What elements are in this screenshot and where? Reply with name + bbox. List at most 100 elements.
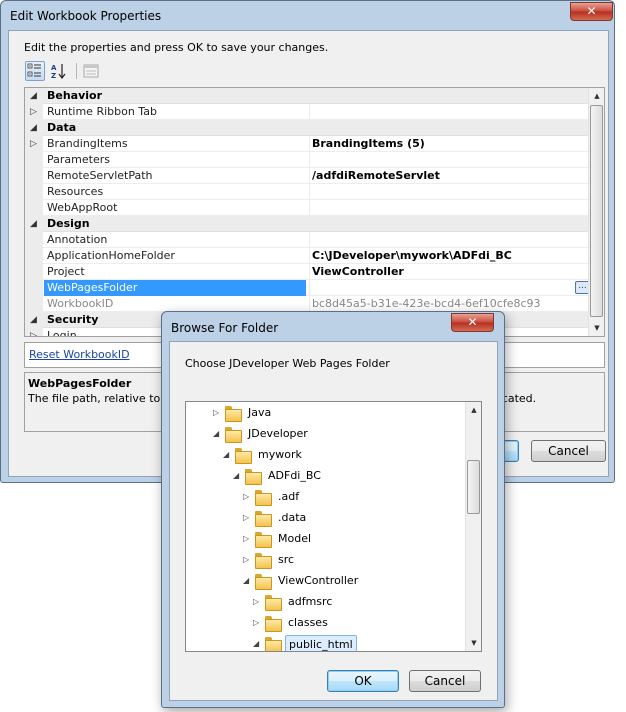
column-divider[interactable]: [309, 136, 310, 152]
column-divider[interactable]: [309, 168, 310, 184]
folder-tree[interactable]: ▷ Java ◢ JDeveloper ◢ mywork ◢ ADFdi_BC ▷ .adf ▷ .d…: [185, 401, 482, 652]
dialog-close-button[interactable]: ✕: [451, 313, 494, 332]
collapse-arrow-icon[interactable]: ◢: [30, 216, 37, 232]
expand-arrow-icon[interactable]: ▷: [30, 136, 37, 152]
property-name: Login: [47, 329, 77, 337]
tree-scroll-down-icon[interactable]: ▼: [466, 635, 481, 651]
tree-scrollbar-thumb[interactable]: [467, 460, 480, 514]
property-row[interactable]: WebAppRoot: [25, 200, 590, 216]
collapse-arrow-icon[interactable]: ◢: [223, 445, 233, 465]
dialog-cancel-button[interactable]: Cancel: [409, 670, 481, 692]
row-gutter: [25, 264, 43, 280]
property-value[interactable]: ViewController: [312, 264, 404, 280]
folder-icon: [255, 553, 272, 569]
expand-arrow-icon[interactable]: ▷: [243, 529, 253, 549]
column-divider[interactable]: [309, 264, 310, 280]
property-category-row[interactable]: ◢ Design: [25, 216, 590, 232]
property-pages-icon: [83, 64, 99, 78]
folder-icon: [265, 637, 282, 651]
property-row[interactable]: Resources: [25, 184, 590, 200]
column-divider[interactable]: [309, 152, 310, 168]
property-row[interactable]: ApplicationHomeFolder C:\JDeveloper\mywor…: [25, 248, 590, 264]
cancel-button[interactable]: Cancel: [531, 440, 606, 462]
column-divider[interactable]: [309, 184, 310, 200]
folder-icon: [255, 532, 272, 548]
collapse-arrow-icon[interactable]: ◢: [30, 88, 37, 104]
column-divider[interactable]: [309, 200, 310, 216]
collapse-arrow-icon[interactable]: ◢: [30, 120, 37, 136]
property-name: Project: [47, 265, 85, 278]
tree-scroll-up-icon[interactable]: ▲: [466, 402, 481, 418]
tree-node-label[interactable]: classes: [285, 613, 331, 633]
folder-icon: [235, 448, 252, 464]
collapse-arrow-icon[interactable]: ◢: [30, 312, 37, 328]
categorized-view-button[interactable]: [25, 61, 45, 81]
expand-arrow-icon[interactable]: ▷: [253, 613, 263, 633]
expand-arrow-icon[interactable]: ▷: [30, 104, 37, 120]
property-value[interactable]: C:\JDeveloper\mywork\ADFdi_BC: [312, 248, 512, 264]
scroll-up-icon[interactable]: ▲: [589, 88, 604, 104]
column-divider[interactable]: [309, 296, 310, 312]
collapse-arrow-icon[interactable]: ◢: [243, 571, 253, 591]
tree-node-label[interactable]: ADFdi_BC: [265, 466, 324, 486]
property-category-row[interactable]: ◢ Behavior: [25, 88, 590, 104]
sort-az-icon: A Z: [51, 64, 66, 80]
tree-node-label[interactable]: mywork: [255, 445, 305, 465]
expand-arrow-icon[interactable]: ▷: [243, 487, 253, 507]
tree-node-label[interactable]: JDeveloper: [245, 424, 311, 444]
folder-icon: [255, 490, 272, 506]
property-row[interactable]: Project ViewController: [25, 264, 590, 280]
expand-arrow-icon[interactable]: ▷: [253, 592, 263, 612]
property-value[interactable]: BrandingItems (5): [312, 136, 425, 152]
property-row[interactable]: RemoteServletPath/adfdiRemoteServlet: [25, 168, 590, 184]
tree-node-label[interactable]: .adf: [275, 487, 302, 507]
tree-node-label[interactable]: .data: [275, 508, 309, 528]
tree-node-label[interactable]: src: [275, 550, 297, 570]
scrollbar-thumb[interactable]: [590, 105, 603, 317]
tree-node-label[interactable]: Model: [275, 529, 314, 549]
property-row[interactable]: ▷ BrandingItems BrandingItems (5): [25, 136, 590, 152]
property-row[interactable]: WorkbookID bc8d45a5-b31e-423e-bcd4-6ef10c…: [25, 296, 590, 312]
property-grid[interactable]: ◢ Behavior ▷ Runtime Ribbon Tab ◢ Data ▷ Brandi…: [24, 87, 605, 337]
property-value[interactable]: /adfdiRemoteServlet: [312, 168, 440, 184]
tree-node-label[interactable]: adfmsrc: [285, 592, 335, 612]
tree-node-label[interactable]: ViewController: [275, 571, 361, 591]
close-button[interactable]: ✕: [570, 2, 613, 21]
property-value[interactable]: bc8d45a5-b31e-423e-bcd4-6ef10cfe8c93: [312, 296, 541, 312]
dialog-ok-button[interactable]: OK: [327, 670, 399, 692]
alphabetical-sort-button[interactable]: A Z: [49, 61, 69, 81]
tree-node-label[interactable]: Java: [245, 403, 274, 423]
property-category-row[interactable]: ◢ Data: [25, 120, 590, 136]
collapse-arrow-icon[interactable]: ◢: [213, 424, 223, 444]
folder-tree-scrollbar[interactable]: ▲ ▼: [465, 402, 481, 651]
property-name: WorkbookID: [47, 297, 114, 310]
property-row[interactable]: ▷ Runtime Ribbon Tab: [25, 104, 590, 120]
folder-icon: [225, 406, 242, 422]
expand-arrow-icon[interactable]: ▷: [243, 508, 253, 528]
column-divider[interactable]: [309, 232, 310, 248]
folder-icon: [265, 616, 282, 632]
collapse-arrow-icon[interactable]: ◢: [253, 634, 263, 651]
expand-arrow-icon[interactable]: ▷: [243, 550, 253, 570]
browse-for-folder-dialog: Browse For Folder ✕ Choose JDeveloper We…: [161, 311, 505, 708]
column-divider[interactable]: [309, 248, 310, 264]
property-row[interactable]: WebPagesFolder...: [25, 280, 590, 296]
property-name: Runtime Ribbon Tab: [47, 105, 157, 118]
folder-icon: [255, 511, 272, 527]
row-gutter: [25, 152, 43, 168]
folder-icon: [225, 427, 242, 443]
property-row[interactable]: Annotation: [25, 232, 590, 248]
column-divider[interactable]: [309, 280, 310, 296]
folder-icon: [255, 574, 272, 590]
tree-node-label[interactable]: public_html: [285, 635, 357, 651]
scroll-down-icon[interactable]: ▼: [589, 320, 604, 336]
property-row[interactable]: Parameters: [25, 152, 590, 168]
collapse-arrow-icon[interactable]: ◢: [233, 466, 243, 486]
reset-workbookid-link[interactable]: Reset WorkbookID: [29, 348, 130, 361]
expand-arrow-icon[interactable]: ▷: [213, 403, 223, 423]
column-divider[interactable]: [309, 104, 310, 120]
toolbar-separator: [76, 63, 77, 79]
expand-arrow-icon[interactable]: ▷: [30, 328, 37, 336]
property-pages-button[interactable]: [81, 61, 101, 81]
property-grid-scrollbar[interactable]: ▲ ▼: [588, 88, 604, 336]
